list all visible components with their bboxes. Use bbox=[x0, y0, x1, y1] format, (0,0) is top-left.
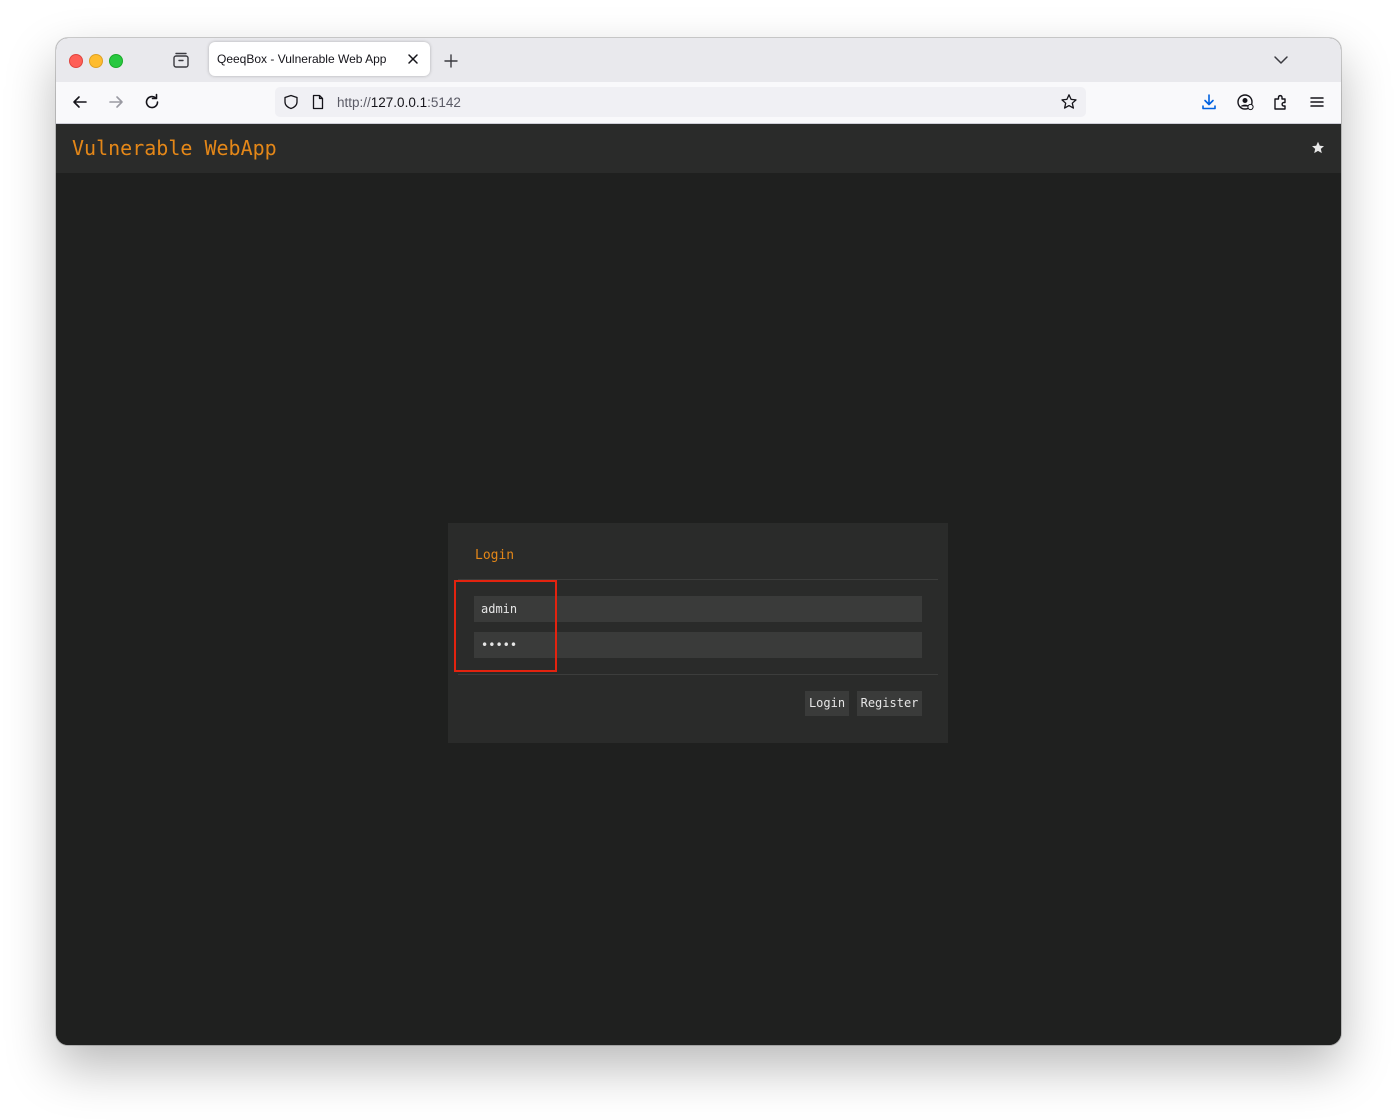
annotation-highlight-box bbox=[454, 580, 557, 672]
url-host: 127.0.0.1 bbox=[370, 95, 428, 110]
login-title: Login bbox=[475, 548, 515, 563]
brand-title[interactable]: Vulnerable WebApp bbox=[72, 136, 277, 160]
page-icon[interactable] bbox=[311, 94, 325, 110]
account-icon[interactable] bbox=[1235, 92, 1255, 112]
divider bbox=[458, 674, 938, 675]
tab-overview-icon[interactable] bbox=[171, 50, 191, 70]
back-arrow-icon[interactable] bbox=[70, 92, 90, 112]
star-icon[interactable] bbox=[1311, 141, 1325, 155]
menu-icon[interactable] bbox=[1307, 92, 1327, 112]
close-window-button[interactable] bbox=[69, 54, 83, 68]
extensions-icon[interactable] bbox=[1271, 92, 1291, 112]
chevron-down-icon[interactable] bbox=[1272, 52, 1290, 68]
bookmark-star-icon[interactable] bbox=[1060, 93, 1078, 111]
close-tab-icon[interactable] bbox=[406, 52, 420, 66]
tab-active[interactable]: QeeqBox - Vulnerable Web App bbox=[209, 42, 430, 76]
app-header: Vulnerable WebApp bbox=[56, 124, 1341, 173]
tab-bar: QeeqBox - Vulnerable Web App bbox=[56, 38, 1341, 82]
url-text[interactable]: http://127.0.0.1:5142 bbox=[337, 95, 461, 110]
new-tab-icon[interactable] bbox=[442, 52, 460, 70]
url-scheme: http:// bbox=[337, 95, 371, 110]
navigation-toolbar: http://127.0.0.1:5142 bbox=[56, 82, 1341, 124]
register-button[interactable]: Register bbox=[857, 691, 922, 716]
browser-window: QeeqBox - Vulnerable Web App http://127.… bbox=[56, 38, 1341, 1045]
fullscreen-window-button[interactable] bbox=[109, 54, 123, 68]
tab-title: QeeqBox - Vulnerable Web App bbox=[217, 52, 387, 66]
url-bar[interactable]: http://127.0.0.1:5142 bbox=[275, 87, 1086, 117]
shield-icon[interactable] bbox=[283, 94, 299, 110]
minimize-window-button[interactable] bbox=[89, 54, 103, 68]
forward-arrow-icon[interactable] bbox=[106, 92, 126, 112]
page-content: Vulnerable WebApp Login Login Register bbox=[56, 124, 1341, 1045]
login-button[interactable]: Login bbox=[805, 691, 849, 716]
url-port: :5142 bbox=[427, 95, 461, 110]
downloads-icon[interactable] bbox=[1199, 92, 1219, 112]
reload-icon[interactable] bbox=[142, 92, 162, 112]
